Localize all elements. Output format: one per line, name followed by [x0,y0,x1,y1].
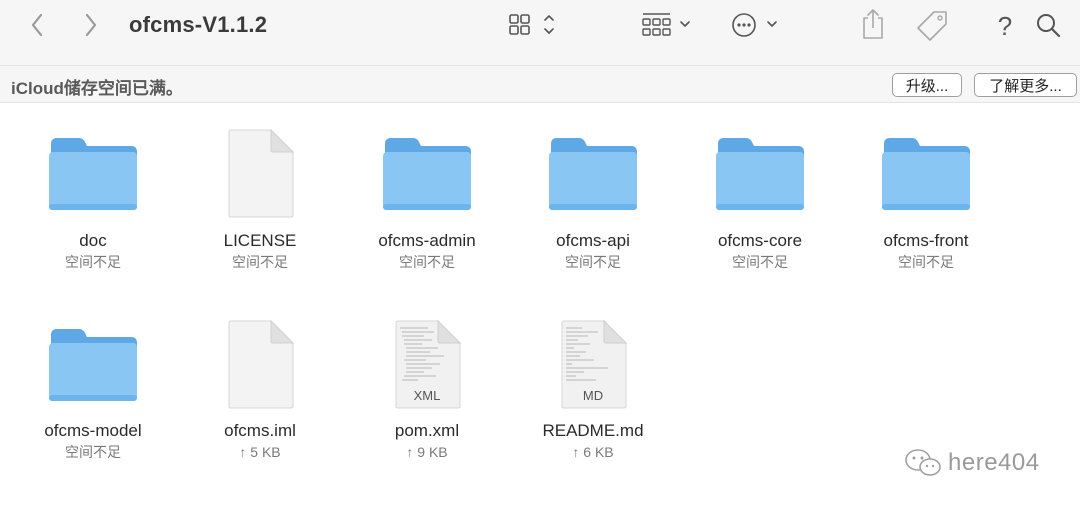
file-status: ↑ 5 KB [239,444,281,460]
tag-icon [917,11,947,41]
search-button[interactable] [1033,8,1065,44]
document-icon [228,129,295,218]
file-status: 空间不足 [732,254,788,270]
grid-view-icon [509,14,554,35]
folder-icon [49,138,137,210]
folder-icon [549,138,637,210]
file-item-readme-md[interactable]: MD README.md ↑ 6 KB [518,304,668,461]
share-icon [863,9,883,39]
upgrade-button[interactable]: 升级... [892,73,962,97]
back-button[interactable] [22,10,52,40]
file-type-badge: XML [413,388,441,403]
file-name: README.md [542,421,644,440]
file-item-ofcms-front[interactable]: ofcms-front 空间不足 [851,113,1001,271]
file-name: doc [79,231,107,250]
file-status: ↑ 9 KB [406,444,448,460]
file-name: pom.xml [394,421,460,440]
file-item-ofcms-iml[interactable]: ofcms.iml ↑ 5 KB [185,304,335,461]
banner-message: iCloud储存空间已满。 [11,79,183,98]
file-status: 空间不足 [232,254,288,270]
file-item-license[interactable]: LICENSE 空间不足 [185,113,335,271]
watermark-text: here404 [948,449,1040,476]
file-status: 空间不足 [399,254,455,270]
folder-icon [49,329,137,401]
chevron-left-icon [31,13,43,37]
file-status: 空间不足 [65,254,121,270]
ellipsis-circle-icon [732,13,777,37]
wechat-icon [905,449,941,476]
folder-icon [383,138,471,210]
file-name: ofcms.iml [224,421,296,440]
file-name: ofcms-model [44,421,142,440]
watermark: here404 [904,448,1040,478]
folder-icon [882,138,970,210]
file-item-doc[interactable]: doc 空间不足 [18,113,168,271]
tag-button[interactable] [914,8,950,44]
file-name: LICENSE [223,231,297,250]
file-item-ofcms-model[interactable]: ofcms-model 空间不足 [18,304,168,461]
help-button[interactable]: ? [990,8,1020,44]
file-name: ofcms-core [717,231,803,250]
icloud-storage-banner: iCloud储存空间已满。 升级... 了解更多... [0,66,1080,103]
file-status: ↑ 6 KB [572,444,614,460]
file-item-pom-xml[interactable]: XML pom.xml ↑ 9 KB [352,304,502,461]
chevron-right-icon [85,13,97,37]
share-button[interactable] [858,6,888,42]
file-status: 空间不足 [65,444,121,460]
file-item-ofcms-admin[interactable]: ofcms-admin 空间不足 [352,113,502,271]
document-icon [228,320,295,409]
file-name: ofcms-front [883,231,969,250]
toolbar: ofcms-V1.1.2 ? [0,0,1080,66]
search-icon [1037,14,1061,38]
finder-window: ofcms-V1.1.2 ? iCloud储存空间已满。 升级... 了解更多.… [0,0,1080,507]
window-title: ofcms-V1.1.2 [129,12,268,37]
action-menu-button[interactable] [728,10,786,40]
file-status: 空间不足 [565,254,621,270]
folder-icon [716,138,804,210]
forward-button[interactable] [76,10,106,40]
view-mode-button[interactable] [505,10,563,40]
group-by-button[interactable] [640,10,698,40]
file-status: 空间不足 [898,254,954,270]
file-name: ofcms-api [556,231,630,250]
file-item-ofcms-core[interactable]: ofcms-core 空间不足 [685,113,835,271]
file-type-badge: MD [582,388,604,403]
learn-more-button[interactable]: 了解更多... [974,73,1077,97]
help-label: ? [997,10,1013,41]
file-name: ofcms-admin [378,231,476,250]
file-item-ofcms-api[interactable]: ofcms-api 空间不足 [518,113,668,271]
group-by-icon [642,13,690,36]
